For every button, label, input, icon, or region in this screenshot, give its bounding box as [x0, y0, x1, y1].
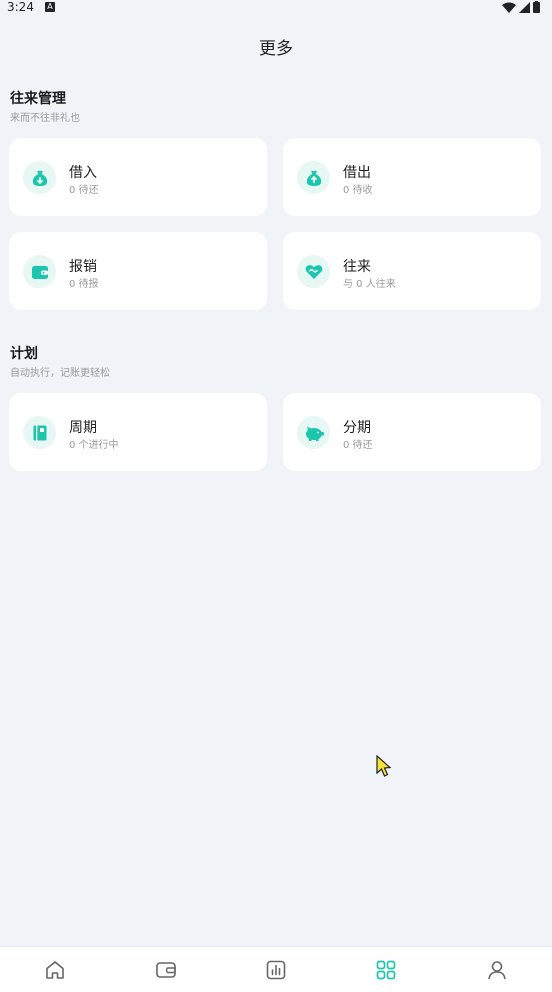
- handshake-heart-icon: [297, 255, 330, 288]
- page-title: 更多: [259, 39, 293, 59]
- grid-icon: [377, 960, 396, 979]
- tab-wallet[interactable]: [110, 947, 220, 992]
- section-title-plan: 计划: [10, 346, 38, 362]
- tab-more[interactable]: [331, 947, 441, 992]
- status-icons: [502, 1, 540, 13]
- piggy-bank-icon: [297, 416, 330, 449]
- money-bag-up-icon: [297, 161, 330, 194]
- card-subtitle: 0 待还: [343, 440, 373, 451]
- card-reimburse[interactable]: 报销 0 待报: [9, 232, 267, 310]
- status-bar: 3:24 A: [0, 0, 552, 16]
- chart-icon: [266, 960, 286, 979]
- section-title-contacts: 往来管理: [10, 91, 66, 107]
- card-subtitle: 0 个进行中: [69, 440, 119, 451]
- section-subtitle-contacts: 来而不往非礼也: [10, 113, 80, 124]
- card-borrow-out[interactable]: 借出 0 待收: [283, 138, 541, 216]
- battery-icon: [533, 1, 540, 13]
- status-time: 3:24: [7, 0, 34, 14]
- notebook-icon: [23, 416, 56, 449]
- card-title: 借入: [69, 165, 97, 181]
- home-icon: [46, 960, 65, 979]
- card-title: 分期: [343, 420, 371, 436]
- card-installment[interactable]: 分期 0 待还: [283, 393, 541, 471]
- money-bag-down-icon: [23, 161, 56, 194]
- card-recurring[interactable]: 周期 0 个进行中: [9, 393, 267, 471]
- notification-a-icon: A: [45, 2, 55, 12]
- wallet-icon: [155, 961, 176, 978]
- signal-icon: [519, 1, 530, 13]
- card-borrow-in[interactable]: 借入 0 待还: [9, 138, 267, 216]
- tab-profile[interactable]: [442, 947, 552, 992]
- card-subtitle: 与 0 人往来: [343, 279, 396, 290]
- mouse-cursor-icon: [376, 755, 392, 777]
- section-subtitle-plan: 自动执行，记账更轻松: [10, 368, 110, 379]
- card-subtitle: 0 待收: [343, 185, 373, 196]
- card-title: 报销: [69, 259, 97, 275]
- tab-stats[interactable]: [221, 947, 331, 992]
- tab-home[interactable]: [0, 947, 110, 992]
- card-title: 借出: [343, 165, 371, 181]
- card-title: 往来: [343, 259, 371, 275]
- bottom-tab-bar: [0, 946, 552, 992]
- card-subtitle: 0 待报: [69, 279, 99, 290]
- card-title: 周期: [69, 420, 97, 436]
- card-subtitle: 0 待还: [69, 185, 99, 196]
- wifi-icon: [502, 2, 516, 13]
- user-icon: [488, 960, 506, 979]
- wallet-icon: [23, 255, 56, 288]
- card-contacts[interactable]: 往来 与 0 人往来: [283, 232, 541, 310]
